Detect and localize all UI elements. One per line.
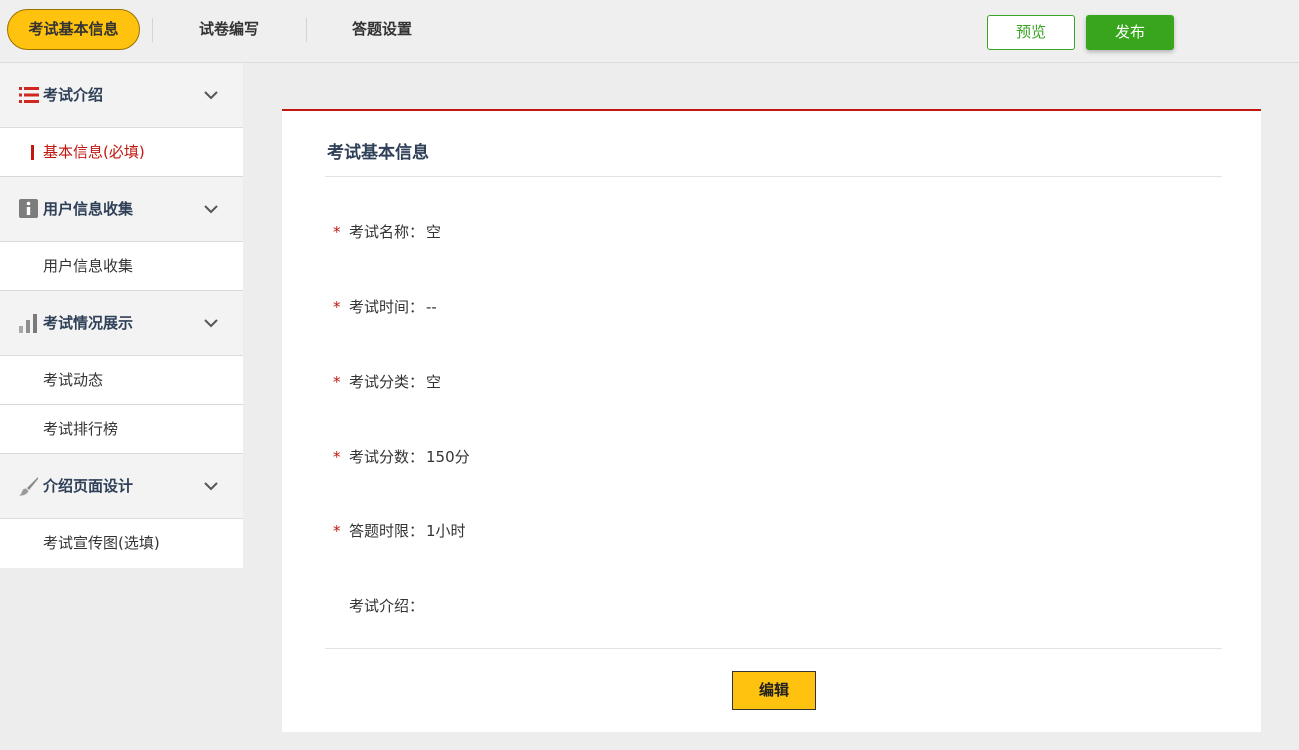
field-label: 答题时限： bbox=[349, 522, 425, 540]
sidebar-section-title: 考试情况展示 bbox=[43, 314, 134, 332]
top-tab-bar: 考试基本信息 试卷编写 答题设置 预览 发布 bbox=[0, 0, 1299, 63]
bar-chart-icon bbox=[19, 314, 37, 333]
field-value: 空 bbox=[426, 223, 442, 241]
chevron-down-icon[interactable] bbox=[204, 90, 218, 100]
field-exam-intro: 考试介绍： bbox=[333, 595, 426, 616]
divider bbox=[325, 648, 1222, 649]
active-marker bbox=[31, 145, 34, 160]
sidebar-item-exam-activity[interactable]: 考试动态 bbox=[0, 356, 243, 405]
info-icon bbox=[19, 199, 38, 218]
sidebar-section-title: 介绍页面设计 bbox=[43, 477, 134, 495]
sidebar-item-promo-image[interactable]: 考试宣传图(选填) bbox=[0, 519, 243, 568]
field-exam-score: * 考试分数： 150分 bbox=[333, 446, 470, 467]
tab-separator bbox=[152, 18, 153, 42]
field-label: 考试分类： bbox=[349, 373, 425, 391]
divider bbox=[325, 176, 1222, 177]
publish-button[interactable]: 发布 bbox=[1086, 15, 1174, 50]
tab-paper-writing[interactable]: 试卷编写 bbox=[170, 9, 288, 50]
sidebar-section-exam-status[interactable]: 考试情况展示 bbox=[0, 291, 243, 356]
edit-button[interactable]: 编辑 bbox=[732, 671, 816, 710]
sidebar-item-label: 考试排行榜 bbox=[43, 420, 119, 438]
brush-icon bbox=[19, 477, 38, 496]
field-exam-time: * 考试时间： -- bbox=[333, 296, 437, 317]
sidebar-item-exam-ranking[interactable]: 考试排行榜 bbox=[0, 405, 243, 454]
sidebar-item-basic-info[interactable]: 基本信息(必填) bbox=[0, 128, 243, 177]
sidebar-section-title: 考试介绍 bbox=[43, 86, 104, 104]
panel-title: 考试基本信息 bbox=[327, 143, 429, 163]
required-mark: * bbox=[333, 223, 341, 241]
chevron-down-icon[interactable] bbox=[204, 318, 218, 328]
field-label: 考试分数： bbox=[349, 448, 425, 466]
required-mark: * bbox=[333, 373, 341, 391]
chevron-down-icon[interactable] bbox=[204, 204, 218, 214]
sidebar: 考试介绍 基本信息(必填) 用户信息收集 用户信息收集 考试情况展示 考试动态 … bbox=[0, 63, 243, 568]
field-label: 考试介绍： bbox=[349, 597, 425, 615]
sidebar-section-title: 用户信息收集 bbox=[43, 200, 134, 218]
field-value: 150分 bbox=[426, 448, 470, 466]
preview-button[interactable]: 预览 bbox=[987, 15, 1075, 50]
field-answer-time-limit: * 答题时限： 1小时 bbox=[333, 520, 466, 541]
tab-separator bbox=[306, 18, 307, 42]
field-value: 1小时 bbox=[426, 522, 466, 540]
sidebar-item-user-info-collect[interactable]: 用户信息收集 bbox=[0, 242, 243, 291]
chevron-down-icon[interactable] bbox=[204, 481, 218, 491]
field-label: 考试时间： bbox=[349, 298, 425, 316]
sidebar-item-label: 考试宣传图(选填) bbox=[43, 534, 160, 552]
field-exam-name: * 考试名称：空 bbox=[333, 221, 441, 242]
sidebar-item-label: 考试动态 bbox=[43, 371, 104, 389]
tab-answer-settings[interactable]: 答题设置 bbox=[325, 9, 439, 50]
field-value: -- bbox=[426, 298, 437, 316]
tab-exam-basic-info[interactable]: 考试基本信息 bbox=[7, 9, 140, 50]
sidebar-item-label: 用户信息收集 bbox=[43, 257, 134, 275]
sidebar-section-intro-page-design[interactable]: 介绍页面设计 bbox=[0, 454, 243, 519]
required-mark: * bbox=[333, 522, 341, 540]
field-exam-category: * 考试分类：空 bbox=[333, 371, 441, 392]
field-label: 考试名称： bbox=[349, 223, 425, 241]
sidebar-item-label: 基本信息(必填) bbox=[43, 143, 145, 161]
field-value: 空 bbox=[426, 373, 442, 391]
list-icon bbox=[19, 87, 39, 103]
sidebar-section-user-info[interactable]: 用户信息收集 bbox=[0, 177, 243, 242]
basic-info-panel: 考试基本信息 * 考试名称：空 * 考试时间： -- * 考试分类：空 * 考试分数： 15… bbox=[282, 109, 1261, 732]
required-mark: * bbox=[333, 448, 341, 466]
required-mark: * bbox=[333, 298, 341, 316]
sidebar-section-exam-intro[interactable]: 考试介绍 bbox=[0, 63, 243, 128]
